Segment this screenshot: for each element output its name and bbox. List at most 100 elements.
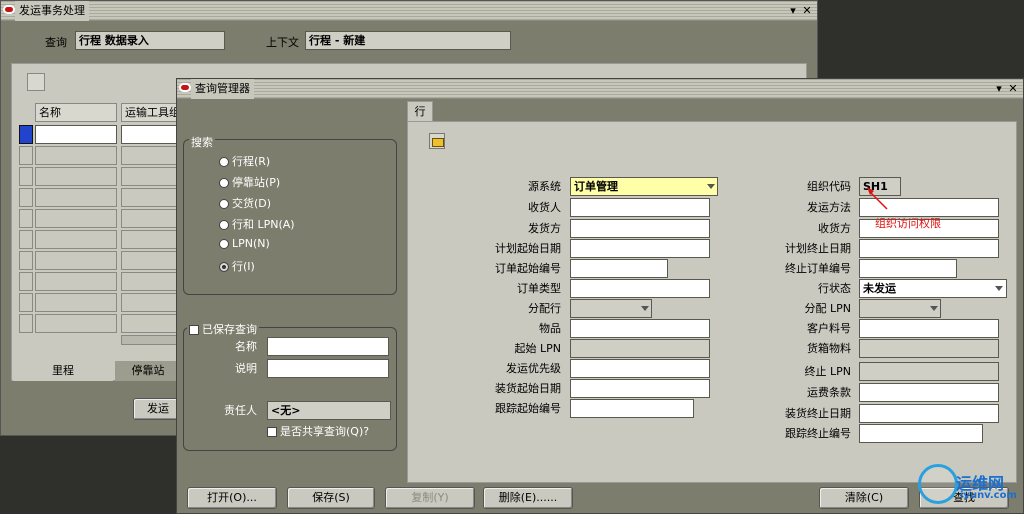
saved-desc-field[interactable] [267, 359, 389, 378]
row-indicator[interactable] [19, 188, 33, 207]
row-indicator[interactable] [19, 251, 33, 270]
grid-cell[interactable] [121, 188, 181, 207]
saved-name-field[interactable] [267, 337, 389, 356]
minimize-icon[interactable]: ▾ [787, 2, 799, 20]
grid-cell-vehicle[interactable] [121, 125, 181, 144]
grid-cell[interactable] [35, 209, 117, 228]
field-label: 分配 LPN [804, 302, 852, 315]
query-field[interactable]: 行程 数据录入 [75, 31, 225, 50]
grid-cell[interactable] [121, 209, 181, 228]
horizontal-scrollbar[interactable] [121, 335, 181, 345]
bg-toolbar-icon[interactable] [27, 73, 45, 91]
radio-lpn[interactable]: LPN(N) [219, 237, 270, 250]
field-label: 计划终止日期 [785, 242, 851, 255]
delete-button[interactable]: 删除(E)...... [483, 487, 573, 509]
close-icon[interactable]: ✕ [801, 2, 813, 20]
ship-priority-field[interactable] [570, 359, 710, 378]
start-lpn-field[interactable] [570, 339, 710, 358]
field-label: 装货起始日期 [495, 382, 561, 395]
tracking-end-number-field[interactable] [859, 424, 983, 443]
radio-label: 停靠站(P) [232, 176, 281, 189]
assigned-lpn-dropdown-icon[interactable] [928, 301, 940, 316]
line-status-dropdown-icon[interactable] [993, 281, 1005, 296]
radio-line-lpn[interactable]: 行和 LPN(A) [219, 216, 295, 232]
container-item-field[interactable] [859, 339, 999, 358]
grid-cell[interactable] [35, 188, 117, 207]
copy-button[interactable]: 复制(Y) [385, 487, 475, 509]
field-label: 订单起始编号 [495, 262, 561, 275]
item-field[interactable] [570, 319, 710, 338]
oracle-logo-icon [3, 5, 15, 14]
grid-cell-name[interactable] [35, 125, 117, 144]
freight-terms-field[interactable] [859, 383, 999, 402]
radio-delivery[interactable]: 交货(D) [219, 195, 271, 211]
share-query-checkbox[interactable]: 是否共享查询(Q)? [267, 423, 369, 439]
grid-cell[interactable] [121, 230, 181, 249]
end-lpn-field[interactable] [859, 362, 999, 381]
context-field[interactable]: 行程 - 新建 [305, 31, 511, 50]
grid-cell[interactable] [35, 167, 117, 186]
tab-stop[interactable]: 停靠站 [115, 361, 181, 381]
line-status-select[interactable]: 未发运 [859, 279, 1007, 298]
open-button[interactable]: 打开(O)... [187, 487, 277, 509]
radio-selected-icon [219, 262, 229, 272]
load-end-date-field[interactable] [859, 404, 999, 423]
row-indicator[interactable] [19, 314, 33, 333]
plan-end-date-field[interactable] [859, 239, 999, 258]
grid-cell[interactable] [121, 314, 181, 333]
consignee-field[interactable] [570, 198, 710, 217]
source-system-select[interactable]: 订单管理 [570, 177, 718, 196]
row-indicator[interactable] [19, 272, 33, 291]
minimize-icon[interactable]: ▾ [993, 80, 1005, 98]
open-folder-icon[interactable] [429, 133, 445, 149]
field-label: 跟踪终止编号 [785, 427, 851, 440]
row-indicator[interactable] [19, 209, 33, 228]
grid-cell[interactable] [35, 146, 117, 165]
tab-milestone[interactable]: 里程 [13, 361, 113, 381]
grid-cell[interactable] [35, 272, 117, 291]
field-label: 发运优先级 [506, 362, 561, 375]
chevron-down-icon [707, 184, 715, 189]
field-label: 组织代码 [807, 180, 851, 193]
row-indicator-active[interactable] [19, 125, 33, 144]
grid-cell[interactable] [35, 314, 117, 333]
grid-cell[interactable] [35, 293, 117, 312]
order-type-field[interactable] [570, 279, 710, 298]
grid-cell[interactable] [121, 167, 181, 186]
grid-cell[interactable] [35, 230, 117, 249]
clear-button[interactable]: 清除(C) [819, 487, 909, 509]
field-label: 收货人 [528, 201, 561, 214]
search-legend: 搜索 [189, 134, 215, 150]
load-start-date-field[interactable] [570, 379, 710, 398]
owner-field[interactable]: <无> [267, 401, 391, 420]
grid-cell[interactable] [121, 251, 181, 270]
order-start-number-field[interactable] [570, 259, 668, 278]
grid-cell[interactable] [121, 272, 181, 291]
radio-stop[interactable]: 停靠站(P) [219, 174, 280, 190]
close-icon[interactable]: ✕ [1007, 80, 1019, 98]
radio-label: LPN(N) [232, 237, 270, 250]
end-order-number-field[interactable] [859, 259, 957, 278]
row-indicator[interactable] [19, 167, 33, 186]
query-manager-window: 查询管理器 ▾ ✕ 搜索 行程(R) 停靠站(P) 交货(D) 行和 LPN(A… [176, 78, 1024, 514]
field-label: 运费条款 [807, 386, 851, 399]
grid-cell[interactable] [121, 293, 181, 312]
chevron-down-icon [641, 306, 649, 311]
save-button[interactable]: 保存(S) [287, 487, 375, 509]
watermark-logo [918, 464, 958, 504]
tracking-start-number-field[interactable] [570, 399, 694, 418]
radio-line[interactable]: 行(I) [219, 258, 255, 274]
assigned-line-dropdown-icon[interactable] [639, 301, 651, 316]
source-system-dropdown-icon[interactable] [705, 179, 717, 194]
plan-start-date-field[interactable] [570, 239, 710, 258]
customer-item-field[interactable] [859, 319, 999, 338]
radio-trip[interactable]: 行程(R) [219, 153, 270, 169]
tab-line[interactable]: 行 [407, 101, 433, 121]
row-indicator[interactable] [19, 146, 33, 165]
grid-cell[interactable] [121, 146, 181, 165]
row-indicator[interactable] [19, 293, 33, 312]
grid-cell[interactable] [35, 251, 117, 270]
shipper-field[interactable] [570, 219, 710, 238]
row-indicator[interactable] [19, 230, 33, 249]
saved-query-legend[interactable]: 已保存查询 [187, 321, 259, 337]
